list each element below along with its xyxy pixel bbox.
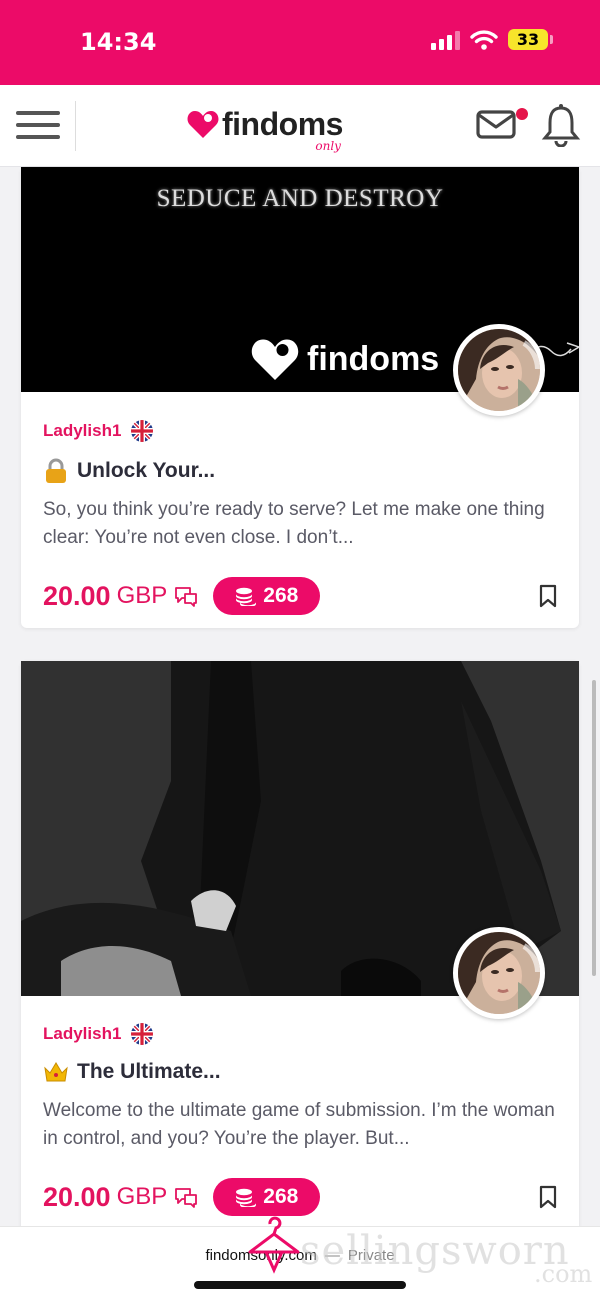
seller-row: Ladylish1: [43, 420, 557, 442]
uk-flag-icon: [131, 1023, 154, 1045]
status-icons: 33: [431, 29, 553, 50]
negotiate-chat-icon[interactable]: [173, 584, 199, 608]
price-row: 20.00 GBP 268: [43, 576, 557, 616]
hanger-icon: [248, 1216, 300, 1274]
listing-title-text: Unlock Your...: [77, 459, 216, 482]
price-row: 20.00 GBP 268: [43, 1177, 557, 1217]
coin-badge[interactable]: 268: [213, 1178, 321, 1216]
avatar-image: [458, 329, 540, 411]
top-navbar: findoms only: [0, 85, 600, 167]
scrollbar[interactable]: [592, 680, 596, 976]
mail-icon[interactable]: [476, 108, 516, 140]
listing-title[interactable]: Unlock Your...: [43, 456, 557, 486]
listing-description: So, you think you’re ready to serve? Let…: [43, 499, 545, 548]
lock-icon: [46, 458, 66, 483]
coins-icon: [236, 587, 257, 606]
seller-name[interactable]: Ladylish1: [43, 1024, 121, 1044]
coins-icon: [236, 1188, 257, 1207]
nav-divider: [75, 101, 76, 151]
coin-count: 268: [263, 584, 299, 607]
watermark-suffix: .com: [534, 1260, 593, 1288]
coin-count: 268: [263, 1185, 299, 1208]
logo-text: findoms: [222, 105, 343, 142]
notification-dot: [516, 108, 528, 120]
listing-body: Ladylish1 The Ultimate... Welcome to the…: [21, 1023, 579, 1217]
home-indicator[interactable]: [194, 1281, 406, 1289]
heart-icon: [187, 111, 219, 138]
listing-title-text: The Ultimate...: [77, 1060, 221, 1083]
status-bar: 14:34 33: [0, 0, 600, 85]
heart-icon: [251, 339, 299, 380]
avatar-image: [458, 932, 540, 1014]
listing-card[interactable]: Ladylish1 The Ultimate... Welcome to the…: [21, 661, 579, 1261]
price-currency: GBP: [116, 1183, 168, 1210]
coin-badge[interactable]: 268: [213, 577, 321, 615]
listing-title[interactable]: The Ultimate...: [43, 1057, 557, 1087]
cellular-signal-icon: [431, 30, 460, 50]
negotiate-chat-icon[interactable]: [173, 1185, 199, 1209]
menu-icon[interactable]: [16, 107, 60, 143]
listing-description: Welcome to the ultimate game of submissi…: [43, 1100, 555, 1149]
price-value: 20.00: [43, 580, 111, 611]
status-time: 14:34: [80, 28, 157, 56]
wifi-icon: [470, 29, 498, 50]
battery-icon: 33: [508, 29, 553, 50]
site-logo[interactable]: findoms only: [186, 99, 343, 153]
avatar[interactable]: [453, 324, 545, 416]
bookmark-icon[interactable]: [539, 1185, 557, 1209]
banner-logo-text: findoms: [307, 339, 440, 378]
price-currency: GBP: [116, 582, 168, 609]
bookmark-icon[interactable]: [539, 584, 557, 608]
crown-icon: [44, 1062, 68, 1082]
watermark-text: sellingsworn: [300, 1228, 570, 1274]
avatar[interactable]: [453, 927, 545, 1019]
seller-row: Ladylish1: [43, 1023, 557, 1045]
seller-name[interactable]: Ladylish1: [43, 421, 121, 441]
price-value: 20.00: [43, 1181, 111, 1212]
banner-logo: findoms: [249, 335, 439, 383]
logo-subtext: only: [315, 139, 341, 153]
uk-flag-icon: [131, 420, 154, 442]
listing-body: Ladylish1 Unlock Your... So, you think y…: [21, 420, 579, 616]
banner-text: SEDUCE AND DESTROY: [156, 185, 444, 212]
listing-card[interactable]: SEDUCE AND DESTROY findoms Ladylish1 Unl…: [21, 167, 579, 628]
bell-icon[interactable]: [541, 103, 581, 147]
